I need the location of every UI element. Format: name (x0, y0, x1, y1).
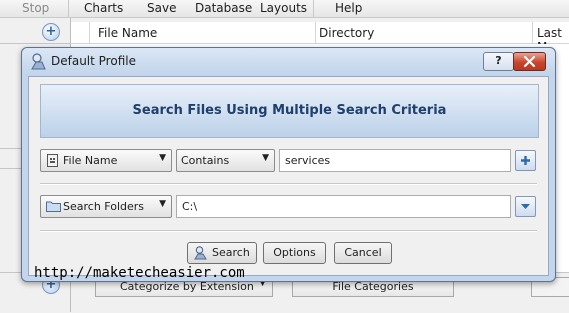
menu-separator (68, 0, 69, 17)
criteria-field-value: File Name (63, 154, 118, 167)
column-file-name[interactable]: File Name (98, 26, 157, 40)
chevron-down-icon: ▼ (159, 153, 166, 163)
chevron-down-icon: ▼ (262, 153, 269, 163)
menu-bar: Stop Charts Save Database Layouts Help (0, 0, 569, 18)
criteria-operator-select[interactable]: Contains ▼ (176, 149, 275, 172)
plus-icon (521, 156, 530, 165)
folder-path-input[interactable]: C:\ (176, 195, 511, 218)
dialog-titlebar[interactable]: Default Profile ? (22, 48, 555, 76)
dialog-title: Default Profile (51, 54, 136, 68)
column-separator[interactable] (532, 22, 533, 43)
menu-separator (313, 0, 314, 17)
watermark-url: http://maketecheasier.com (34, 265, 245, 281)
add-criteria-button[interactable] (515, 150, 536, 171)
search-location-value: Search Folders (63, 200, 145, 213)
criteria-value-text: services (285, 154, 331, 167)
close-button[interactable] (513, 52, 546, 71)
search-icon (194, 246, 207, 260)
cancel-button[interactable]: Cancel (334, 242, 392, 264)
search-button[interactable]: Search (187, 242, 257, 264)
column-directory[interactable]: Directory (319, 26, 374, 40)
column-separator[interactable] (89, 22, 90, 43)
app-icon (31, 53, 46, 70)
menu-save[interactable]: Save (147, 1, 176, 15)
folder-dropdown-button[interactable] (515, 196, 536, 217)
results-header: File Name Directory Last M (71, 22, 569, 54)
column-separator[interactable] (315, 22, 316, 43)
chevron-down-icon (521, 204, 530, 209)
add-icon[interactable]: + (42, 23, 60, 41)
dialog-body: Search Files Using Multiple Search Crite… (28, 76, 549, 276)
chevron-down-icon: ▼ (159, 199, 166, 209)
menu-stop[interactable]: Stop (22, 1, 49, 15)
menu-database[interactable]: Database (195, 1, 252, 15)
criteria-operator-value: Contains (181, 154, 230, 167)
folder-icon (46, 201, 61, 212)
banner-heading: Search Files Using Multiple Search Crite… (132, 103, 447, 118)
default-profile-dialog: Default Profile ? Search Files Using Mul… (21, 47, 556, 282)
help-button[interactable]: ? (483, 52, 514, 71)
options-button[interactable]: Options (263, 242, 326, 264)
folder-path-text: C:\ (182, 200, 198, 213)
help-icon: ? (495, 54, 502, 67)
search-button-label: Search (212, 246, 250, 259)
criteria-value-input[interactable]: services (279, 149, 511, 172)
file-icon (47, 154, 58, 167)
dialog-separator (40, 230, 537, 232)
menu-charts[interactable]: Charts (84, 1, 123, 15)
menu-layouts[interactable]: Layouts (260, 1, 307, 15)
panel-divider (0, 43, 70, 44)
dialog-separator (40, 183, 537, 185)
criteria-field-select[interactable]: File Name ▼ (40, 149, 172, 172)
dialog-banner: Search Files Using Multiple Search Crite… (40, 84, 539, 138)
search-location-select[interactable]: Search Folders ▼ (40, 195, 172, 218)
menu-help[interactable]: Help (335, 1, 362, 15)
close-icon (523, 55, 536, 68)
